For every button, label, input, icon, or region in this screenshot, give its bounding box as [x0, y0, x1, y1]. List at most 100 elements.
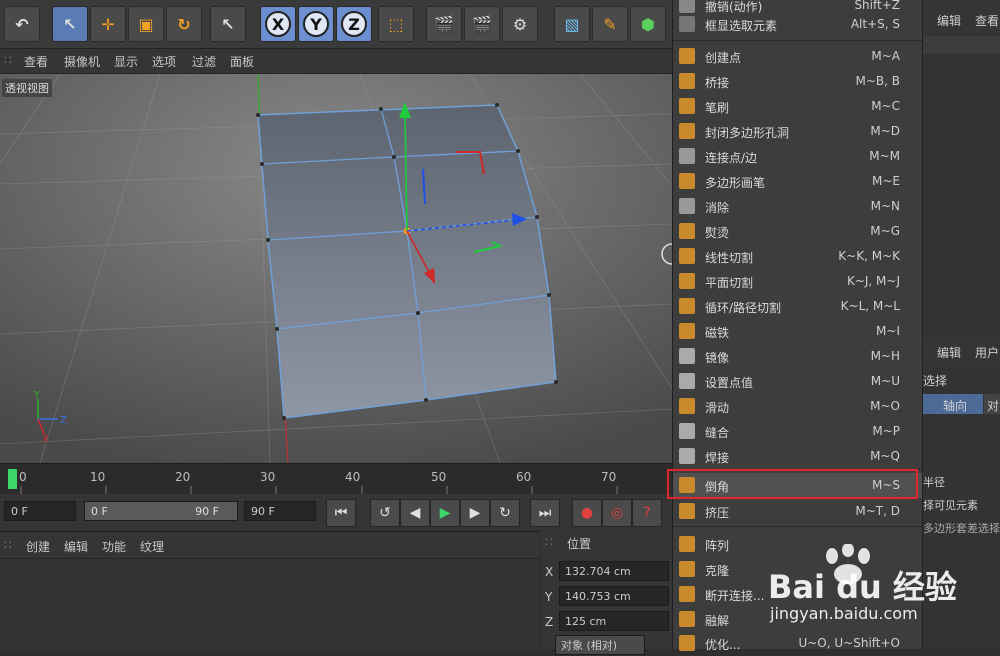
- menu-item-magnet[interactable]: 磁铁 M~I: [673, 319, 922, 344]
- menu-options[interactable]: 选项: [152, 53, 176, 70]
- axis-z-button[interactable]: Z: [336, 6, 372, 42]
- loop-cut-icon: [679, 298, 695, 314]
- baidu-brand: Bai du 经验: [768, 568, 957, 606]
- menu-item-shortcut: M~C: [871, 99, 900, 113]
- menu-item-label: 优化...: [705, 638, 741, 652]
- menu-item-label: 设置点值: [705, 376, 754, 390]
- menu-create[interactable]: 创建: [26, 538, 50, 555]
- menu-item-label: 滑动: [705, 401, 730, 415]
- menu-item-bridge[interactable]: 桥接 M~B, B: [673, 69, 922, 94]
- axis-y-button[interactable]: Y: [298, 6, 334, 42]
- render-picture-icon[interactable]: 🎬: [464, 6, 500, 42]
- frame-icon: [679, 16, 695, 32]
- select-tool-icon[interactable]: ↖: [52, 6, 88, 42]
- undo-icon[interactable]: ↶: [4, 6, 40, 42]
- tick-label: 30: [260, 470, 276, 484]
- bridge-icon: [679, 73, 695, 89]
- menu-camera[interactable]: 摄像机: [64, 53, 100, 70]
- magnet-icon: [679, 323, 695, 339]
- menu-item-shortcut: M~H: [870, 349, 900, 363]
- menu-item-dissolve[interactable]: 消除 M~N: [673, 194, 922, 219]
- menu-item-shortcut: M~E: [872, 174, 900, 188]
- move-tool-icon[interactable]: ✛: [90, 6, 126, 42]
- autokey-icon[interactable]: ◎: [602, 499, 632, 527]
- menu-item-mirror[interactable]: 镜像 M~H: [673, 344, 922, 369]
- tick-label: 50: [431, 470, 447, 484]
- menu-item-plane-cut[interactable]: 平面切割 K~J, M~J: [673, 269, 922, 294]
- rotate-tool-icon[interactable]: ↻: [166, 6, 202, 42]
- menu-filter[interactable]: 过滤: [192, 53, 216, 70]
- tab-view-top[interactable]: 查看: [975, 12, 999, 29]
- menu-item-slide[interactable]: 滑动 M~O: [673, 394, 922, 419]
- menu-item-shortcut: M~I: [876, 324, 900, 338]
- next-key-icon[interactable]: ↻: [490, 499, 520, 527]
- menu-item-connect[interactable]: 连接点/边 M~M: [673, 144, 922, 169]
- menu-item-iron[interactable]: 熨烫 M~G: [673, 219, 922, 244]
- array-icon: [679, 536, 695, 552]
- frame-range-slider[interactable]: 0 F 90 F: [84, 501, 238, 521]
- position-x-field[interactable]: 132.704 cm: [559, 561, 669, 581]
- polygon-mesh[interactable]: [256, 103, 558, 420]
- coord-system-icon[interactable]: ⬚: [378, 6, 414, 42]
- menu-item-shortcut: K~L, M~L: [840, 299, 900, 313]
- menu-item-create-point[interactable]: 创建点 M~A: [673, 44, 922, 69]
- menu-item-weld[interactable]: 焊接 M~Q: [673, 444, 922, 469]
- end-frame-field[interactable]: 90 F: [244, 501, 316, 521]
- tab-axis[interactable]: 轴向: [923, 394, 983, 414]
- cube-icon[interactable]: ▧: [554, 6, 590, 42]
- menu-item-set-point-value[interactable]: 设置点值 M~U: [673, 369, 922, 394]
- menu-item-shortcut: M~U: [870, 374, 900, 388]
- render-view-icon[interactable]: 🎬: [426, 6, 462, 42]
- baidu-url: jingyan.baidu.com: [770, 604, 918, 623]
- menu-texture[interactable]: 纹理: [140, 538, 164, 555]
- menu-item-shortcut: Shift+Z: [854, 0, 900, 12]
- layer-row[interactable]: [923, 36, 1000, 54]
- pen-icon[interactable]: ✎: [592, 6, 628, 42]
- prev-frame-icon[interactable]: ◀: [400, 499, 430, 527]
- menu-edit[interactable]: 编辑: [64, 538, 88, 555]
- prev-key-icon[interactable]: ↺: [370, 499, 400, 527]
- go-to-start-icon[interactable]: ⏮: [326, 499, 356, 527]
- record-icon[interactable]: ●: [572, 499, 602, 527]
- tab-object[interactable]: 对: [984, 394, 1000, 414]
- menu-item-label: 磁铁: [705, 326, 730, 340]
- menu-item-shortcut: M~N: [870, 199, 900, 213]
- current-frame-field[interactable]: 0 F: [4, 501, 76, 521]
- menu-item-brush[interactable]: 笔刷 M~C: [673, 94, 922, 119]
- menu-item-frame-selected[interactable]: 框显选取元素 Alt+S, S: [673, 12, 922, 37]
- menu-item-polygon-pen[interactable]: 多边形画笔 M~E: [673, 169, 922, 194]
- menu-display[interactable]: 显示: [114, 53, 138, 70]
- menu-item-loop-cut[interactable]: 循环/路径切割 K~L, M~L: [673, 294, 922, 319]
- brush-icon: [679, 98, 695, 114]
- coord-mode-dropdown[interactable]: 对象 (相对): [555, 635, 645, 655]
- tab-edit-attr[interactable]: 编辑: [937, 344, 961, 361]
- menu-view[interactable]: 查看: [24, 53, 48, 70]
- perspective-viewport[interactable]: Y Z X: [0, 74, 672, 463]
- live-select-icon[interactable]: ↖: [210, 6, 246, 42]
- tab-edit-top[interactable]: 编辑: [937, 12, 961, 29]
- subdivision-icon[interactable]: ⬢: [630, 6, 666, 42]
- timeline-ruler[interactable]: 0 10 20 30 40 50 60 70: [0, 463, 672, 494]
- menu-item-extrude[interactable]: 挤压 M~T, D: [673, 499, 922, 524]
- go-to-end-icon[interactable]: ⏭: [530, 499, 560, 527]
- position-z-field[interactable]: 125 cm: [559, 611, 669, 631]
- tab-user-attr[interactable]: 用户: [975, 344, 999, 361]
- next-frame-icon[interactable]: ▶: [460, 499, 490, 527]
- menu-item-label: 创建点: [705, 51, 742, 65]
- menu-item-close-hole[interactable]: 封闭多边形孔洞 M~D: [673, 119, 922, 144]
- render-settings-icon[interactable]: ⚙: [502, 6, 538, 42]
- scale-tool-icon[interactable]: ▣: [128, 6, 164, 42]
- create-point-icon: [679, 48, 695, 64]
- grip-icon: ∷: [4, 538, 12, 552]
- play-icon[interactable]: ▶: [430, 499, 460, 527]
- select-label: 选择: [923, 374, 948, 388]
- tick-marks: [20, 486, 618, 494]
- position-y-field[interactable]: 140.753 cm: [559, 586, 669, 606]
- menu-item-label: 焊接: [705, 451, 730, 465]
- menu-panel[interactable]: 面板: [230, 53, 254, 70]
- menu-function[interactable]: 功能: [102, 538, 126, 555]
- menu-item-stitch[interactable]: 缝合 M~P: [673, 419, 922, 444]
- help-icon[interactable]: ?: [632, 499, 662, 527]
- axis-x-button[interactable]: X: [260, 6, 296, 42]
- menu-item-line-cut[interactable]: 线性切割 K~K, M~K: [673, 244, 922, 269]
